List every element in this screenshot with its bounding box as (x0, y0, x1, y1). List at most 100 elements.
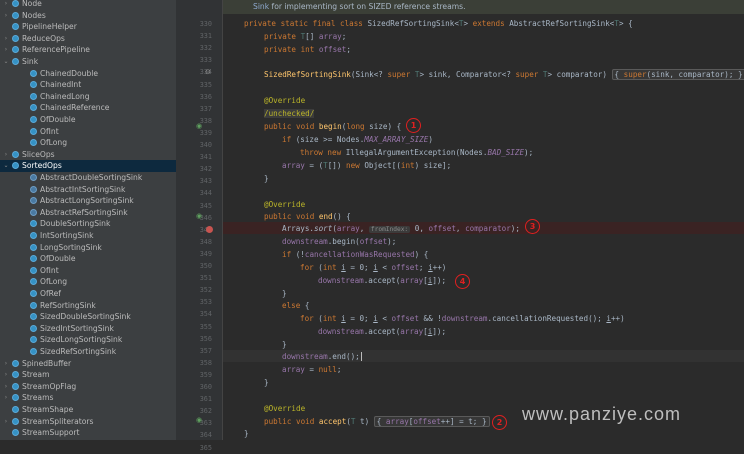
code-line-355[interactable]: } (282, 339, 287, 351)
tree-item[interactable]: ChainedInt (0, 79, 176, 91)
tree-item[interactable]: SizedIntSortingSink (0, 323, 176, 335)
tree-item[interactable]: OfInt (0, 265, 176, 277)
tree-item[interactable]: OfDouble (0, 114, 176, 126)
tree-item[interactable]: AbstractLongSortingSink (0, 195, 176, 207)
code-token: int (400, 161, 415, 170)
tree-item[interactable]: › Stream (0, 369, 176, 381)
folded-code-block[interactable]: { super(sink, comparator); } (611, 69, 744, 80)
line-number: 357 (199, 346, 212, 355)
code-line-344[interactable]: @Override (264, 199, 305, 211)
tree-item[interactable]: DoubleSortingSink (0, 218, 176, 230)
tree-item-label: SliceOps (22, 149, 55, 159)
tree-item[interactable]: ChainedReference (0, 102, 176, 114)
tree-item[interactable]: OfInt (0, 126, 176, 138)
chevron-right-icon[interactable]: › (2, 33, 10, 45)
override-gutter-icon[interactable]: ◉ (196, 210, 202, 222)
override-gutter-icon[interactable]: ◉ (196, 120, 202, 132)
chevron-right-icon[interactable]: › (2, 369, 10, 381)
project-tree-panel: › Node › Nodes PipelineHelper › ReduceOps › Refe… (0, 0, 177, 440)
tree-item-label: OfLong (40, 138, 68, 148)
code-line-350[interactable]: downstream.accept(array[i]); (318, 275, 446, 287)
line-number: 361 (199, 395, 212, 404)
code-line-357[interactable]: array = null; (282, 364, 341, 376)
code-line-361[interactable]: public void accept(T t) { array[offset++… (264, 416, 490, 428)
chevron-right-icon[interactable]: › (2, 0, 10, 10)
chevron-right-icon[interactable]: › (2, 10, 10, 22)
chevron-right-icon[interactable]: › (2, 149, 10, 161)
override-gutter-icon[interactable]: ◉ (196, 414, 202, 426)
code-line-356[interactable]: downstream.end(); (282, 351, 362, 363)
tree-item[interactable]: AbstractRefSortingSink (0, 207, 176, 219)
code-line-340[interactable]: throw new IllegalArgumentException(Nodes… (300, 147, 533, 159)
chevron-right-icon[interactable]: › (2, 358, 10, 370)
doc-comment-link[interactable]: Sink (253, 2, 269, 11)
chevron-down-icon[interactable]: ⌄ (2, 56, 10, 68)
code-token: if (282, 135, 296, 144)
tree-item[interactable]: ⌄ Sink (0, 56, 176, 68)
line-number: 358 (199, 358, 212, 367)
code-line-332[interactable]: private int offset; (264, 44, 351, 56)
chevron-right-icon[interactable]: › (2, 381, 10, 393)
code-line-345[interactable]: public void end() { (264, 211, 351, 223)
code-line-342[interactable]: } (264, 173, 269, 185)
tree-item[interactable]: OfDouble (0, 253, 176, 265)
code-token: array (282, 161, 305, 170)
tree-item[interactable]: AbstractDoubleSortingSink (0, 172, 176, 184)
tree-item[interactable]: › ReferencePipeline (0, 44, 176, 56)
tree-item[interactable]: RefSortingSink (0, 300, 176, 312)
tree-item[interactable]: AbstractIntSortingSink (0, 184, 176, 196)
chevron-right-icon[interactable]: › (2, 416, 10, 428)
code-line-348[interactable]: if (!cancellationWasRequested) { (282, 249, 428, 261)
tree-item[interactable]: PipelineHelper (0, 21, 176, 33)
tree-item[interactable]: › ReduceOps (0, 33, 176, 45)
tree-item[interactable]: LongSortingSink (0, 242, 176, 254)
code-line-330[interactable]: private static final class SizedRefSorti… (244, 18, 633, 30)
chevron-right-icon[interactable]: › (2, 392, 10, 404)
tree-item[interactable]: › Nodes (0, 10, 176, 22)
tree-item[interactable]: › Node (0, 0, 176, 10)
tree-item[interactable]: StreamShape (0, 404, 176, 416)
code-line-337[interactable]: /unchecked/ (264, 108, 315, 120)
code-line-347[interactable]: downstream.begin(offset); (282, 236, 396, 248)
code-line-336[interactable]: @Override (264, 95, 305, 107)
code-line-331[interactable]: private T[] array; (264, 31, 346, 43)
tree-item[interactable]: OfLong (0, 137, 176, 149)
tree-item[interactable]: StreamSupport (0, 427, 176, 439)
tree-item[interactable]: OfRef (0, 288, 176, 300)
code-line-360[interactable]: @Override (264, 403, 305, 415)
code-line-339[interactable]: if (size >= Nodes.MAX_ARRAY_SIZE) (282, 134, 433, 146)
chevron-down-icon[interactable]: ⌄ (2, 160, 10, 172)
code-line-362[interactable]: } (244, 428, 249, 440)
tree-item[interactable]: ChainedLong (0, 91, 176, 103)
tree-item-label: LongSortingSink (40, 242, 102, 252)
tree-item[interactable]: › SliceOps (0, 149, 176, 161)
code-token: begin (318, 122, 342, 131)
implementing-method-icon[interactable]: ⊙ (205, 66, 211, 78)
tree-item[interactable]: ChainedDouble (0, 68, 176, 80)
tree-item[interactable]: › SpinedBuffer (0, 358, 176, 370)
code-line-346[interactable]: Arrays.sort(array, fromIndex: 0, offset,… (282, 223, 520, 235)
tree-item[interactable]: OfLong (0, 276, 176, 288)
tree-item[interactable]: ⌄ SortedOps (0, 160, 176, 172)
breakpoint-icon[interactable] (206, 226, 213, 233)
tree-item[interactable]: › StreamOpFlag (0, 381, 176, 393)
code-line-349[interactable]: for (int i = 0; i < offset; i++) (300, 262, 446, 274)
code-line-353[interactable]: for (int i = 0; i < offset && !downstrea… (300, 313, 625, 325)
folded-code-block[interactable]: { array[offset++] = t; } (373, 416, 490, 427)
code-line-341[interactable]: array = (T[]) new Object[(int) size]; (282, 160, 451, 172)
code-line-338[interactable]: public void begin(long size) { (264, 121, 401, 133)
line-number: 363 (199, 419, 212, 428)
code-line-334[interactable]: SizedRefSortingSink(Sink<? super T> sink… (264, 69, 744, 81)
code-line-352[interactable]: else { (282, 300, 309, 312)
line-number: 331 (199, 32, 212, 41)
tree-item[interactable]: SizedLongSortingSink (0, 334, 176, 346)
code-line-351[interactable]: } (282, 288, 287, 300)
chevron-right-icon[interactable]: › (2, 44, 10, 56)
code-line-358[interactable]: } (264, 377, 269, 389)
tree-item[interactable]: › StreamSpliterators (0, 416, 176, 428)
code-line-354[interactable]: downstream.accept(array[i]); (318, 326, 446, 338)
tree-item[interactable]: › Streams (0, 392, 176, 404)
tree-item[interactable]: SizedDoubleSortingSink (0, 311, 176, 323)
tree-item[interactable]: SizedRefSortingSink (0, 346, 176, 358)
tree-item[interactable]: IntSortingSink (0, 230, 176, 242)
